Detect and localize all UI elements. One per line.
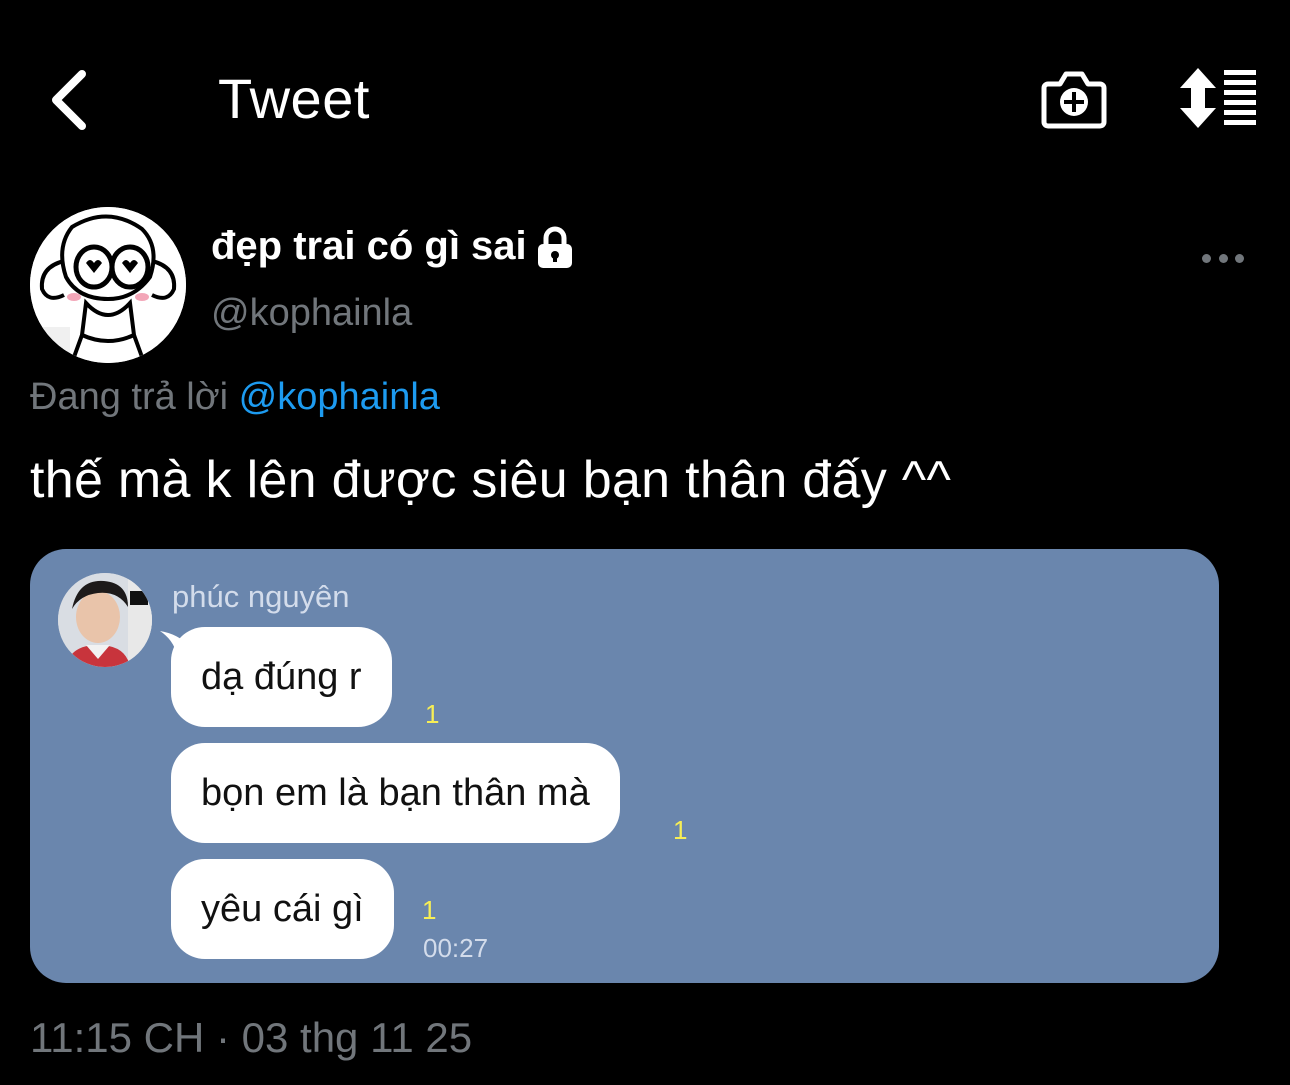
camera-button[interactable] [1040,66,1108,132]
lock-icon [537,226,572,268]
camera-plus-icon [1041,71,1107,129]
cartoon-avatar-image [30,207,186,363]
chat-avatar [58,573,152,667]
tweet-text: thế mà k lên được siêu bạn thân đấy ^^ [30,451,952,509]
tweet-timestamp: 11:15 CH · 03 thg 11 25 [30,1014,473,1061]
top-bar: Tweet [0,0,1290,200]
read-receipt: 1 [425,699,440,729]
more-horizontal-icon [1202,253,1211,263]
person-photo-icon [58,573,152,667]
more-options-button[interactable] [1198,240,1248,276]
tweet-media-image[interactable]: phúc nguyên dạ đúng r 1 bọn em là bạn th… [30,549,1219,983]
back-button[interactable] [38,62,98,138]
reply-mention-link[interactable]: @kophainla [239,376,440,418]
display-name: đẹp trai có gì sai [211,224,527,268]
chat-bubble: dạ đúng r [171,627,392,727]
read-receipt: 1 [673,815,688,845]
author-avatar[interactable] [30,207,186,363]
reply-prefix: Đang trả lời [30,376,229,418]
page-title: Tweet [218,67,370,130]
chat-bubble: yêu cái gì [171,859,394,959]
sort-replies-button[interactable] [1178,66,1258,130]
chat-sender-name: phúc nguyên [172,579,350,614]
chevron-left-icon [52,70,86,130]
reply-context: Đang trả lời @kophainla [30,376,440,419]
chat-bubble: bọn em là bạn thân mà [171,743,620,843]
chat-time: 00:27 [423,933,489,963]
sort-icon [1180,68,1256,128]
author-name-row[interactable]: đẹp trai có gì sai [211,224,575,269]
author-handle: @kophainla [211,292,413,334]
read-receipt: 1 [422,895,437,925]
